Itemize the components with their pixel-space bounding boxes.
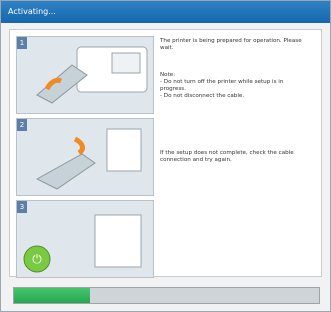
step-2-image: 2 xyxy=(16,118,154,196)
step-1-badge: 1 xyxy=(17,37,27,49)
title-bar: Activating... xyxy=(1,1,330,23)
step-1-image: 1 xyxy=(16,36,154,114)
step-1-text: The printer is being prepared for operat… xyxy=(160,38,302,51)
step-3-badge: 3 xyxy=(17,201,27,213)
progress-fill xyxy=(14,288,91,303)
dialog-window: Activating... 1 The printer is being pre… xyxy=(0,0,331,312)
power-button-illustration: ⏻ xyxy=(23,214,142,273)
svg-text:⏻: ⏻ xyxy=(32,252,42,266)
printer-port-illustration xyxy=(35,128,142,190)
step-3-image: 3 ⏻ xyxy=(16,200,154,278)
step-2-badge: 2 xyxy=(17,119,27,131)
printer-cable-illustration xyxy=(36,46,148,104)
step-2-text: Note: - Do not turn off the printer whil… xyxy=(160,72,284,99)
progress-bar xyxy=(13,287,320,304)
instruction-panel: 1 The printer is being prepared for oper… xyxy=(9,29,322,278)
step-3-text: If the setup does not complete, check th… xyxy=(160,150,294,163)
